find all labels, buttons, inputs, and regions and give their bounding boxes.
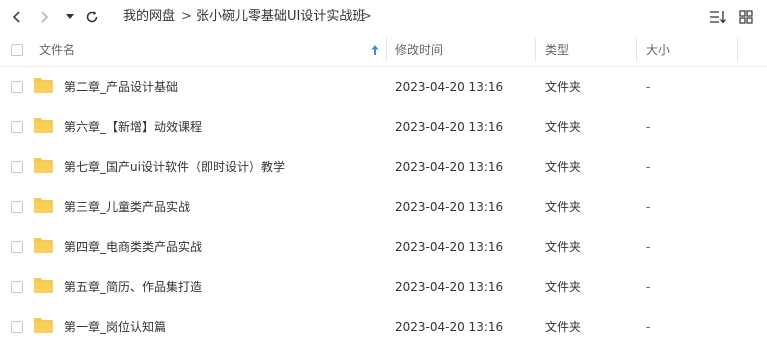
sort-button[interactable] [707, 5, 729, 29]
file-row[interactable]: 第二章_产品设计基础 2023-04-20 13:16 文件夹 - [0, 67, 767, 107]
file-name[interactable]: 第四章_电商类类产品实战 [64, 238, 202, 256]
file-type: 文件夹 [545, 320, 582, 334]
column-header-type[interactable]: 类型 [545, 34, 569, 66]
file-size: - [646, 80, 651, 94]
file-type: 文件夹 [545, 160, 582, 174]
file-size: - [646, 320, 651, 334]
folder-icon [34, 158, 53, 173]
folder-icon [34, 238, 53, 253]
column-divider[interactable] [535, 38, 536, 62]
file-name[interactable]: 第一章_岗位认知篇 [64, 318, 166, 336]
file-name[interactable]: 第三章_儿童类产品实战 [64, 198, 190, 216]
refresh-button[interactable] [82, 5, 102, 29]
file-type: 文件夹 [545, 120, 582, 134]
column-header-modified[interactable]: 修改时间 [395, 34, 443, 66]
file-row[interactable]: 第五章_简历、作品集打造 2023-04-20 13:16 文件夹 - [0, 267, 767, 307]
row-checkbox[interactable] [11, 241, 23, 253]
file-row[interactable]: 第四章_电商类类产品实战 2023-04-20 13:16 文件夹 - [0, 227, 767, 267]
caret-down-icon [66, 14, 74, 19]
folder-icon [34, 318, 53, 333]
folder-icon [34, 118, 53, 133]
file-row[interactable]: 第七章_国产ui设计软件（即时设计）教学 2023-04-20 13:16 文件… [0, 147, 767, 187]
row-checkbox[interactable] [11, 121, 23, 133]
breadcrumb-item-root[interactable]: 我的网盘 [123, 8, 175, 26]
grid-view-button[interactable] [735, 5, 757, 29]
row-checkbox[interactable] [11, 81, 23, 93]
forward-button[interactable] [33, 5, 55, 29]
breadcrumb-item-current[interactable]: 张小碗儿零基础UI设计实战班 [196, 8, 365, 26]
column-divider[interactable] [737, 38, 738, 62]
column-divider[interactable] [386, 38, 387, 62]
file-type: 文件夹 [545, 80, 582, 94]
file-modified: 2023-04-20 13:16 [395, 200, 504, 214]
file-row[interactable]: 第六章_【新增】动效课程 2023-04-20 13:16 文件夹 - [0, 107, 767, 147]
file-name[interactable]: 第六章_【新增】动效课程 [64, 118, 202, 136]
folder-icon [34, 198, 53, 213]
folder-icon [34, 78, 53, 93]
file-modified: 2023-04-20 13:16 [395, 80, 504, 94]
refresh-icon [86, 11, 98, 23]
column-header-name[interactable]: 文件名 [39, 34, 75, 66]
file-size: - [646, 200, 651, 214]
grid-view-icon [739, 10, 753, 24]
file-modified: 2023-04-20 13:16 [395, 320, 504, 334]
file-name[interactable]: 第五章_简历、作品集打造 [64, 278, 202, 296]
back-button[interactable] [6, 5, 28, 29]
sort-list-icon [710, 11, 726, 24]
breadcrumb-separator: > [181, 9, 192, 24]
row-checkbox[interactable] [11, 161, 23, 173]
select-all-checkbox[interactable] [11, 44, 23, 56]
column-header: 文件名 修改时间 类型 大小 [0, 34, 767, 67]
row-checkbox[interactable] [11, 281, 23, 293]
row-checkbox[interactable] [11, 321, 23, 333]
file-row[interactable]: 第一章_岗位认知篇 2023-04-20 13:16 文件夹 - [0, 307, 767, 347]
chevron-right-icon [41, 11, 49, 23]
toolbar: 我的网盘 > 张小碗儿零基础UI设计实战班 > [0, 0, 767, 34]
column-divider[interactable] [636, 38, 637, 62]
file-modified: 2023-04-20 13:16 [395, 120, 504, 134]
row-checkbox[interactable] [11, 201, 23, 213]
file-type: 文件夹 [545, 280, 582, 294]
history-dropdown-button[interactable] [62, 5, 78, 29]
chevron-left-icon [12, 11, 20, 23]
file-size: - [646, 160, 651, 174]
file-type: 文件夹 [545, 200, 582, 214]
file-modified: 2023-04-20 13:16 [395, 160, 504, 174]
folder-icon [34, 278, 53, 293]
file-type: 文件夹 [545, 240, 582, 254]
file-size: - [646, 280, 651, 294]
breadcrumb-separator: > [361, 9, 372, 24]
file-name[interactable]: 第七章_国产ui设计软件（即时设计）教学 [64, 158, 285, 176]
file-size: - [646, 240, 651, 254]
file-size: - [646, 120, 651, 134]
sort-ascending-icon[interactable] [371, 44, 379, 56]
file-row[interactable]: 第三章_儿童类产品实战 2023-04-20 13:16 文件夹 - [0, 187, 767, 227]
file-modified: 2023-04-20 13:16 [395, 240, 504, 254]
file-modified: 2023-04-20 13:16 [395, 280, 504, 294]
column-header-size[interactable]: 大小 [646, 34, 670, 66]
file-name[interactable]: 第二章_产品设计基础 [64, 78, 178, 96]
